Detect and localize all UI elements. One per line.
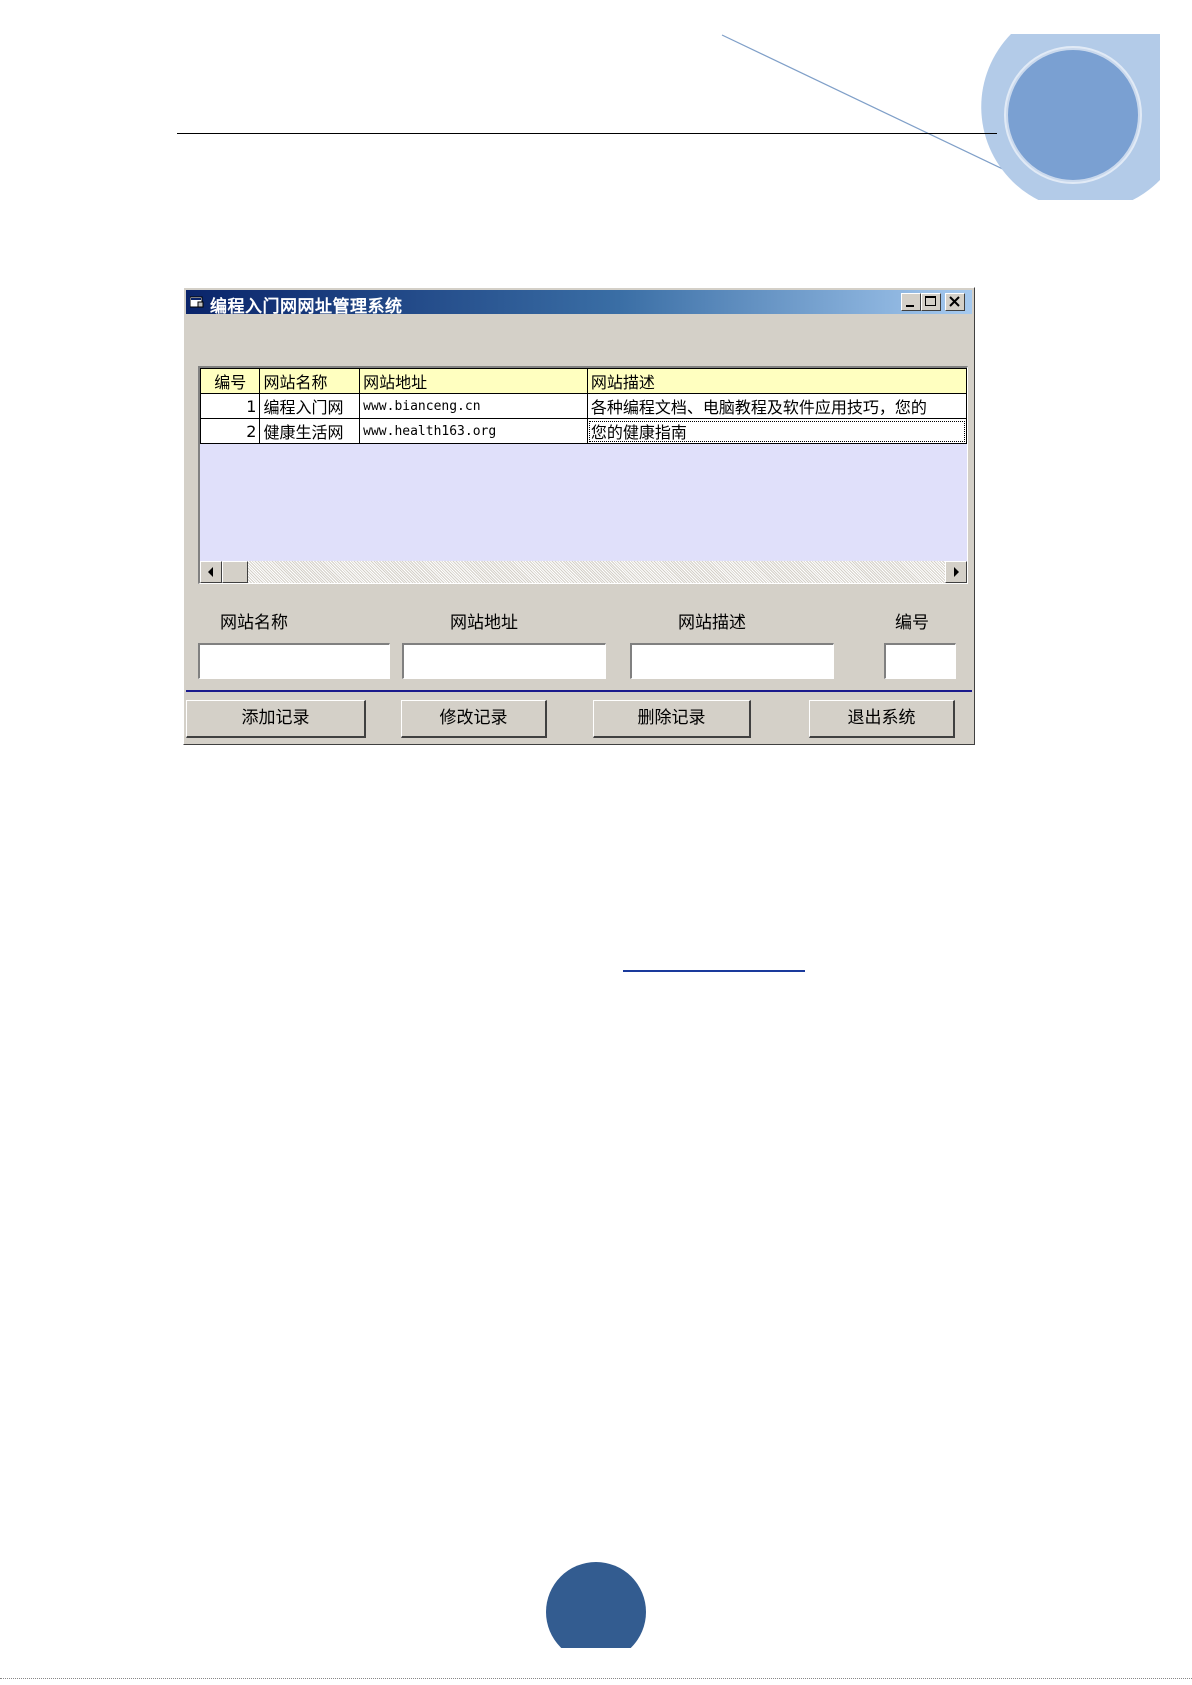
delete-record-button[interactable]: 删除记录 [593,700,751,738]
cell-name[interactable]: 健康生活网 [259,418,361,444]
close-icon [949,296,960,307]
add-record-button[interactable]: 添加记录 [186,700,366,738]
scroll-thumb[interactable] [222,561,248,583]
app-window: 编程入门网网址管理系统 编号 网站名称 网站地址 网站描述 1 编程入门网 ww… [183,287,975,745]
header-rule [177,133,997,134]
cell-url[interactable]: www.health163.org [359,418,588,444]
exit-system-button[interactable]: 退出系统 [809,700,955,738]
header-decoration [721,34,1160,200]
title-bar[interactable]: 编程入门网网址管理系统 [186,290,972,317]
cell-name[interactable]: 编程入门网 [259,393,361,419]
cell-desc-focused[interactable]: 您的健康指南 [586,418,967,444]
records-grid[interactable]: 编号 网站名称 网站地址 网站描述 1 编程入门网 www.bianceng.c… [198,366,968,584]
arrow-left-icon [208,567,213,577]
link-underline[interactable] [623,970,805,972]
column-header-name[interactable]: 网站名称 [259,368,361,394]
cell-desc[interactable]: 各种编程文档、电脑教程及软件应用技巧，您的 [586,393,967,419]
site-desc-label: 网站描述 [678,613,746,633]
scroll-right-button[interactable] [945,561,967,583]
bottom-dotted-rule [0,1678,1192,1679]
scroll-left-button[interactable] [200,561,222,583]
cell-url[interactable]: www.bianceng.cn [359,393,588,419]
records-table: 编号 网站名称 网站地址 网站描述 1 编程入门网 www.bianceng.c… [200,368,967,444]
table-header-row: 编号 网站名称 网站地址 网站描述 [200,368,967,394]
maximize-button[interactable] [921,293,941,311]
table-row[interactable]: 1 编程入门网 www.bianceng.cn 各种编程文档、电脑教程及软件应用… [200,393,967,419]
site-name-label: 网站名称 [220,613,288,633]
minimize-icon [906,305,914,307]
column-header-desc[interactable]: 网站描述 [586,368,967,394]
table-row[interactable]: 2 健康生活网 www.health163.org 您的健康指南 [200,418,967,444]
site-id-input[interactable] [884,643,956,679]
horizontal-scrollbar[interactable] [200,561,967,583]
minimize-button[interactable] [901,293,921,311]
close-button[interactable] [945,293,965,311]
site-name-input[interactable] [198,643,390,679]
site-id-label: 编号 [895,613,929,633]
column-header-id[interactable]: 编号 [200,368,261,394]
cell-id[interactable]: 1 [200,393,261,419]
window-title: 编程入门网网址管理系统 [210,297,403,317]
column-header-url[interactable]: 网站地址 [359,368,588,394]
site-desc-input[interactable] [630,643,834,679]
arrow-right-icon [954,567,959,577]
edit-record-button[interactable]: 修改记录 [401,700,547,738]
app-window-icon [190,296,204,308]
bottom-margin [0,1648,1192,1685]
site-url-input[interactable] [402,643,606,679]
cell-id[interactable]: 2 [200,418,261,444]
document-page: 编程入门网网址管理系统 编号 网站名称 网站地址 网站描述 1 编程入门网 ww… [0,0,1192,1685]
page-number-circle [546,1562,646,1662]
form-separator [186,690,972,692]
maximize-icon [925,296,936,306]
site-url-label: 网站地址 [450,613,518,633]
